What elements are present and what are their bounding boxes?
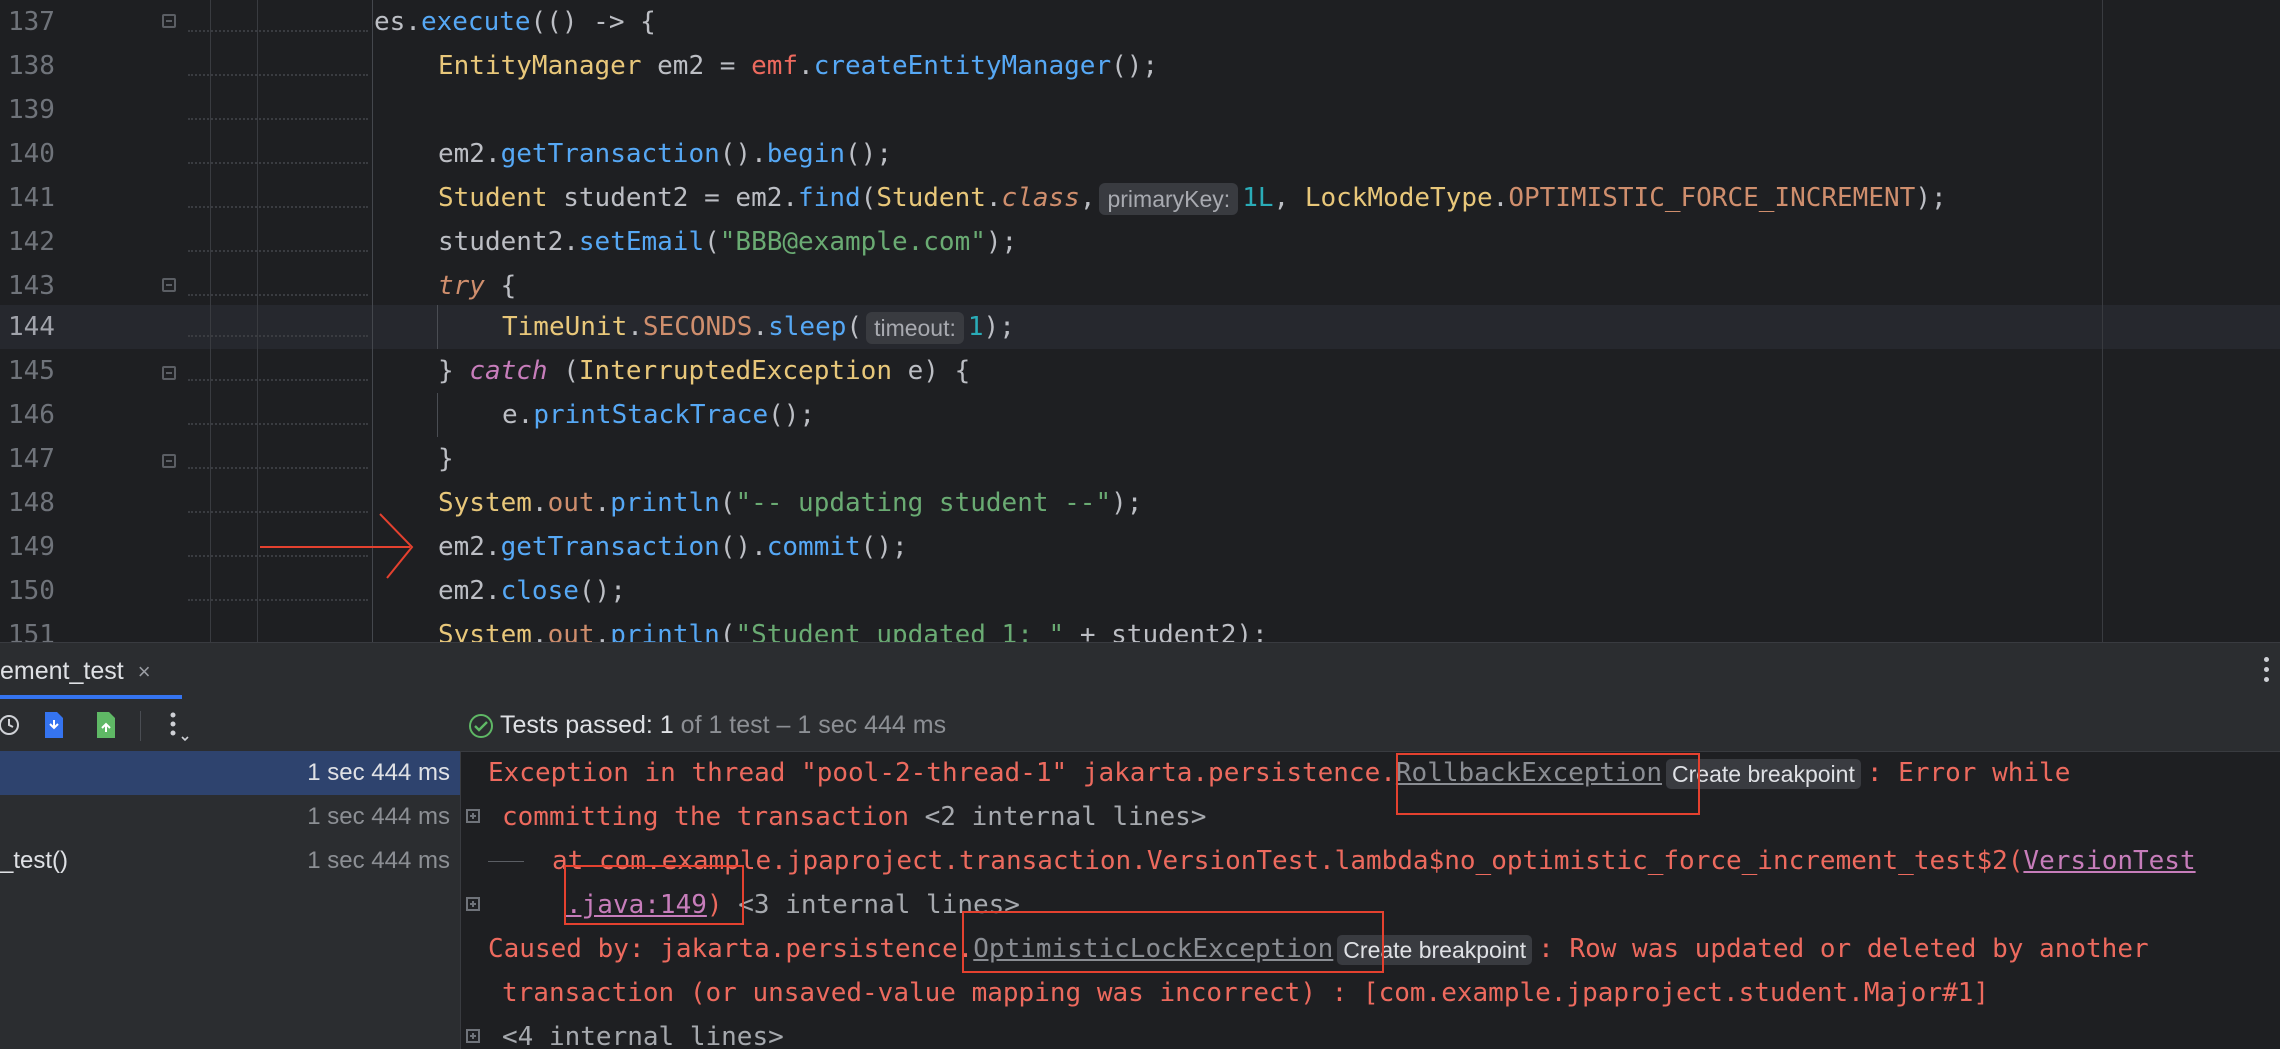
- line-number: 148: [8, 488, 55, 518]
- toolbar-separator: [140, 711, 141, 741]
- line-number: 144: [8, 312, 55, 342]
- highlight-box-optimistic: [962, 911, 1384, 973]
- test-tree[interactable]: 1 sec 444 ms 1 sec 444 ms _test() 1 sec 4…: [0, 751, 461, 1049]
- param-hint-primarykey: primaryKey:: [1099, 182, 1239, 215]
- line-number: 151: [8, 620, 55, 642]
- more-options-icon[interactable]: [2264, 657, 2270, 687]
- run-tab[interactable]: ement_test ×: [0, 643, 151, 699]
- line-number: 143: [8, 271, 55, 301]
- run-tool-window: ement_test × Tests passed: 1 of 1 test – …: [0, 642, 2280, 1049]
- tool-window-tab-bar: ement_test ×: [0, 643, 2280, 699]
- fold-marker[interactable]: [162, 278, 176, 292]
- import-tests-icon[interactable]: [42, 711, 66, 739]
- console-line: transaction (or unsaved-value mapping wa…: [502, 978, 1990, 1008]
- console-line: committing the transaction <2 internal l…: [502, 802, 1207, 832]
- line-number: 139: [8, 95, 55, 125]
- expand-icon[interactable]: [466, 1029, 480, 1043]
- tree-row[interactable]: 1 sec 444 ms: [0, 751, 460, 795]
- whitespace-dots: [188, 162, 368, 208]
- tree-row[interactable]: 1 sec 444 ms: [0, 795, 460, 839]
- whitespace-dots: [188, 30, 368, 76]
- whitespace-dots: [188, 335, 368, 381]
- more-actions-icon[interactable]: [168, 711, 196, 743]
- code-line-151[interactable]: System.out.println("Student updated 1: "…: [438, 613, 1268, 642]
- code-line-138[interactable]: EntityManager em2 = emf.createEntityMana…: [438, 44, 1158, 88]
- source-link[interactable]: VersionTest: [2023, 846, 2195, 876]
- expand-icon[interactable]: [466, 897, 480, 911]
- line-number: 145: [8, 356, 55, 386]
- export-tests-icon[interactable]: [94, 711, 118, 739]
- line-number: 146: [8, 400, 55, 430]
- close-icon[interactable]: ×: [138, 659, 151, 684]
- highlight-box-line-ref: [564, 865, 744, 925]
- whitespace-dots: [188, 0, 368, 32]
- tree-row[interactable]: _test() 1 sec 444 ms: [0, 839, 460, 883]
- code-line-148[interactable]: System.out.println("-- updating student …: [438, 481, 1142, 525]
- code-line-137[interactable]: es.execute(() -> {: [374, 0, 656, 44]
- right-margin-guide: [2102, 0, 2103, 642]
- line-number: 138: [8, 51, 55, 81]
- fold-marker[interactable]: [162, 14, 176, 28]
- line-number: 137: [8, 7, 55, 37]
- indent-guide: [437, 305, 438, 349]
- whitespace-dots: [188, 467, 368, 513]
- whitespace-dots: [188, 291, 368, 337]
- line-number: 147: [8, 444, 55, 474]
- whitespace-dots: [188, 511, 368, 557]
- code-line-143[interactable]: try {: [438, 264, 516, 308]
- line-number: 150: [8, 576, 55, 606]
- whitespace-dots: [188, 206, 368, 252]
- whitespace-dots: [188, 555, 368, 601]
- fold-marker[interactable]: [162, 454, 176, 468]
- whitespace-dots: [188, 118, 368, 164]
- console-line: at com.example.jpaproject.transaction.Ve…: [552, 846, 2196, 876]
- line-number-gutter: 137 138 139 140 141 142 143 144 145 146 147 148 149 1…: [0, 0, 70, 642]
- console-line: Exception in thread "pool-2-thread-1" ja…: [488, 758, 2071, 789]
- line-number: 142: [8, 227, 55, 257]
- code-line-140[interactable]: em2.getTransaction().begin();: [438, 132, 892, 176]
- expand-icon[interactable]: [466, 809, 480, 823]
- code-line-150[interactable]: em2.close();: [438, 569, 626, 613]
- code-line-142[interactable]: student2.setEmail("BBB@example.com");: [438, 220, 1017, 264]
- history-icon[interactable]: [0, 711, 22, 739]
- line-number: 149: [8, 532, 55, 562]
- highlight-box-rollback: [1396, 753, 1700, 815]
- console-line: <4 internal lines>: [502, 1022, 784, 1049]
- line-number: 140: [8, 139, 55, 169]
- code-line-141[interactable]: Student student2 = em2.find(Student.clas…: [438, 176, 1947, 220]
- code-line-147[interactable]: }: [438, 437, 454, 481]
- indent-guide: [437, 393, 438, 437]
- line-number: 141: [8, 183, 55, 213]
- whitespace-dots: [188, 423, 368, 469]
- whitespace-dots: [188, 379, 368, 425]
- code-line-145[interactable]: } catch (InterruptedException e) {: [438, 349, 970, 393]
- whitespace-dots: [188, 74, 368, 120]
- whitespace-dots: [188, 250, 368, 296]
- code-line-144[interactable]: TimeUnit.SECONDS.sleep(timeout: 1);: [502, 305, 1015, 349]
- code-line-146[interactable]: e.printStackTrace();: [502, 393, 815, 437]
- fold-marker[interactable]: [162, 366, 176, 380]
- test-toolbar: [0, 699, 2280, 752]
- check-circle-icon: [469, 714, 493, 739]
- test-status: Tests passed: 1 of 1 test – 1 sec 444 ms: [468, 699, 946, 751]
- param-hint-timeout: timeout:: [866, 311, 964, 344]
- code-line-149[interactable]: em2.getTransaction().commit();: [438, 525, 908, 569]
- stack-connector: [488, 839, 524, 862]
- whitespace-dots: [188, 599, 368, 642]
- code-editor[interactable]: 137 138 139 140 141 142 143 144 145 146 147 148 149 1…: [0, 0, 2280, 642]
